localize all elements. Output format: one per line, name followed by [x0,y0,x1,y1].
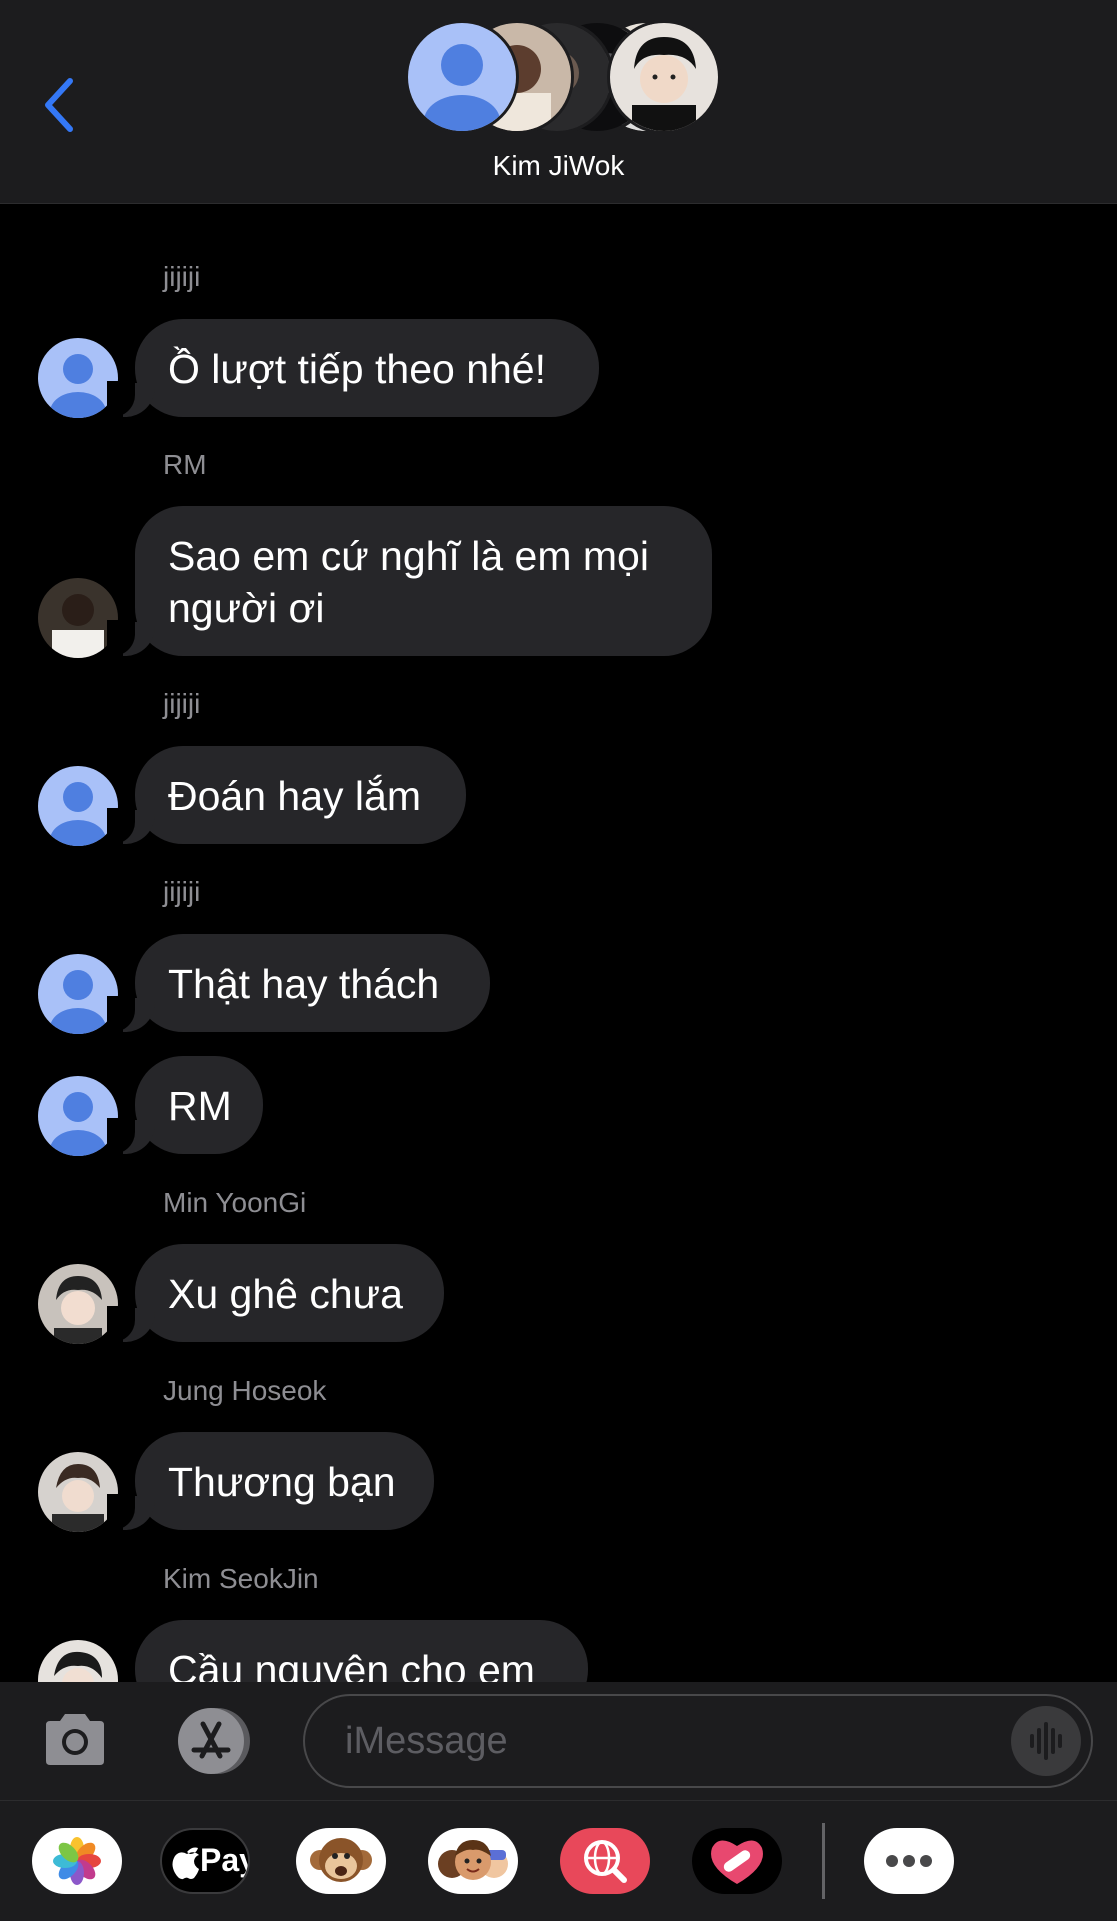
photos-app-button[interactable] [32,1828,122,1894]
message-text: Đoán hay lắm [168,773,421,819]
message-bubble[interactable]: Sao em cứ nghĩ là em mọi người ơi [107,506,712,656]
message-text: Cầu nguyên cho em [168,1647,535,1682]
digital-touch-icon [711,1840,763,1884]
app-store-icon [178,1708,250,1774]
message-text: Thật hay thách [168,961,440,1007]
drawer-divider [822,1823,825,1899]
sender-name: Kim SeokJin [163,1563,319,1594]
animoji-monkey-icon [310,1838,372,1882]
sender-avatar [38,578,118,658]
apple-pay-button[interactable]: Pay [160,1828,250,1894]
placeholder-avatar [38,1076,118,1156]
audio-message-button[interactable] [1011,1706,1081,1776]
sender-name: Jung Hoseok [163,1375,327,1406]
more-icon [886,1855,932,1867]
animoji-app-button[interactable] [296,1828,386,1894]
message-text: Ồ lượt tiếp theo nhé! [168,346,546,392]
message-bubble[interactable]: Cầu nguyên cho em [135,1620,588,1682]
app-store-button[interactable] [170,1706,258,1776]
group-avatar-stack[interactable] [405,18,721,134]
compose-bar: iMessage [0,1682,1117,1800]
message-bubble[interactable]: Ồ lượt tiếp theo nhé! [107,319,599,417]
app-drawer: Pay [0,1800,1117,1921]
message-text: Sao em cứ nghĩ là em mọi người ơi [168,533,649,631]
memoji-app-button[interactable] [428,1828,518,1894]
message-bubble[interactable]: Xu ghê chưa [107,1244,444,1342]
image-search-app-button[interactable] [560,1828,650,1894]
placeholder-avatar [38,954,118,1034]
camera-button[interactable] [42,1711,108,1767]
sender-avatar [38,1640,118,1682]
back-chevron-icon [45,78,73,132]
message-text: Xu ghê chưa [168,1271,403,1317]
message-bubble[interactable]: Đoán hay lắm [107,746,466,844]
sender-avatar [38,1452,118,1532]
conversation-header: Kim JiWok [0,0,1117,204]
globe-search-icon [584,1840,627,1883]
sender-name: RM [163,449,207,480]
message-text: Thương bạn [168,1459,396,1505]
apple-pay-label: Pay [200,1842,248,1878]
message-input-placeholder: iMessage [345,1720,508,1762]
sender-avatar [38,1264,118,1344]
back-button[interactable] [40,75,80,135]
digital-touch-app-button[interactable] [692,1828,782,1894]
photos-icon [53,1837,101,1885]
sender-name: jijiji [163,688,201,719]
sender-name: Min YoonGi [163,1187,307,1218]
contact-name[interactable]: Kim JiWok [0,150,1117,182]
placeholder-avatar [38,766,118,846]
message-input[interactable]: iMessage [303,1694,1093,1788]
message-bubble[interactable]: Thương bạn [107,1432,434,1530]
camera-icon [46,1714,104,1765]
message-list[interactable]: jijiji Ồ lượt tiếp theo nhé! RM Sao em c… [0,204,1117,1682]
sender-name: jijiji [163,261,201,292]
apple-icon [172,1847,199,1880]
group-member-avatar [607,20,721,134]
message-bubble[interactable]: RM [107,1056,263,1154]
message-bubble[interactable]: Thật hay thách [107,934,490,1032]
more-apps-button[interactable] [864,1828,954,1894]
sender-name: jijiji [163,876,201,907]
placeholder-avatar [38,338,118,418]
audio-waveform-icon [1030,1722,1062,1760]
memoji-icon [438,1840,508,1880]
message-text: RM [168,1083,232,1129]
placeholder-avatar [405,20,519,134]
